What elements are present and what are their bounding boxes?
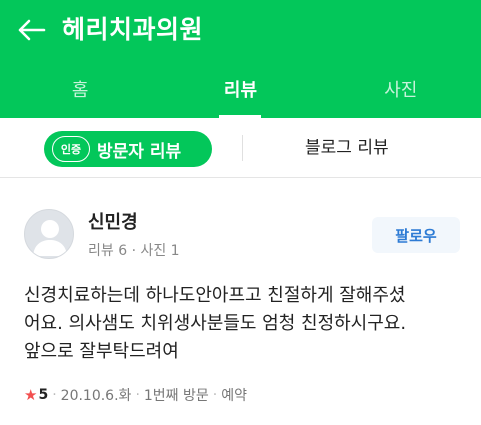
review-body: 신경치료하는데 하나도안아프고 친절하게 잘해주셨 어요. 의사샘도 치위생사분… <box>24 282 464 366</box>
arrow-left-icon <box>18 19 46 41</box>
reviewer-stats: 리뷰 6 · 사진 1 <box>88 243 180 259</box>
follow-button[interactable]: 팔로우 <box>372 217 460 253</box>
tab-photos[interactable]: 사진 <box>321 60 481 118</box>
reviewer-name[interactable]: 신민경 <box>88 208 138 234</box>
review-line: 앞으로 잘부탁드려여 <box>24 341 179 362</box>
star-icon: ★ <box>24 386 38 404</box>
reservation-label: 예약 <box>221 388 247 404</box>
meta-separator: · <box>135 387 140 403</box>
avatar[interactable] <box>24 209 74 259</box>
subtab-divider <box>242 135 243 161</box>
verified-badge: 인증 <box>52 136 90 162</box>
user-silhouette-icon <box>33 220 67 256</box>
tab-reviews[interactable]: 리뷰 <box>160 60 320 118</box>
rating-value: 5 <box>38 387 49 403</box>
blog-review-tab[interactable]: 블로그 리뷰 <box>305 118 389 178</box>
visitor-review-tab[interactable]: 인증 방문자 리뷰 <box>44 131 212 167</box>
visit-date: 20.10.6.화 <box>60 388 132 404</box>
tab-home[interactable]: 홈 <box>0 60 160 118</box>
back-button[interactable] <box>14 14 48 46</box>
visitor-review-label: 방문자 리뷰 <box>97 141 182 162</box>
main-tabs: 홈 리뷰 사진 <box>0 60 481 118</box>
meta-separator: · <box>212 387 218 403</box>
meta-separator: · <box>52 387 57 403</box>
review-meta: ★ 5 · 20.10.6.화 · 1번째 방문 · 예약 <box>24 385 247 405</box>
app-header: 헤리치과의원 <box>0 0 481 60</box>
review-line: 신경치료하는데 하나도안아프고 친절하게 잘해주셨 <box>24 285 406 306</box>
visit-count: 1번째 방문 <box>143 388 209 404</box>
review-line: 어요. 의사샘도 치위생사분들도 엄청 친정하시구요. <box>24 313 407 334</box>
page-title: 헤리치과의원 <box>62 15 204 44</box>
review-type-tabs: 인증 방문자 리뷰 블로그 리뷰 <box>0 118 481 178</box>
